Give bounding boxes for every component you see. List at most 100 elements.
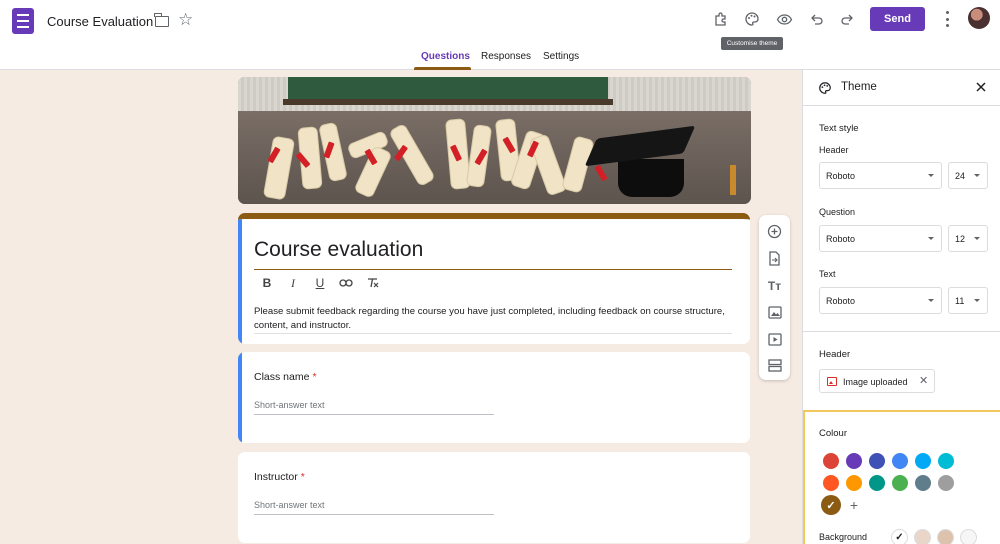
background-swatch[interactable]: [937, 529, 954, 544]
text-font-select[interactable]: Roboto: [819, 287, 942, 314]
colour-swatch[interactable]: [892, 475, 908, 491]
tab-settings[interactable]: Settings: [543, 51, 579, 62]
floating-toolbar: Tт: [759, 215, 790, 380]
background-swatch[interactable]: [914, 529, 931, 544]
selected-card-accent: [238, 219, 242, 344]
active-tab-indicator: [414, 67, 471, 70]
header-image-chip[interactable]: Image uploaded ✕: [819, 369, 935, 393]
palette-icon[interactable]: [742, 9, 762, 29]
import-questions-icon[interactable]: [767, 251, 782, 266]
add-section-icon[interactable]: [767, 358, 782, 373]
star-icon[interactable]: ☆: [178, 11, 193, 28]
tab-questions[interactable]: Questions: [421, 51, 470, 62]
header-font-select[interactable]: Roboto: [819, 162, 942, 189]
text-style-heading: Text style: [819, 123, 859, 134]
colour-swatch[interactable]: [823, 453, 839, 469]
addons-icon[interactable]: [711, 9, 731, 29]
background-swatch[interactable]: ✓: [891, 529, 908, 544]
panel-divider: [803, 331, 1000, 332]
theme-panel-title: Theme: [841, 81, 877, 93]
document-title[interactable]: Course Evaluation: [47, 14, 153, 29]
underline-icon[interactable]: U: [312, 275, 328, 291]
customise-theme-tooltip: Customise theme: [721, 37, 783, 50]
required-asterisk: *: [300, 471, 305, 483]
form-title[interactable]: Course evaluation: [254, 238, 423, 262]
header-image-label: Image uploaded: [843, 377, 908, 387]
colour-swatch[interactable]: [938, 453, 954, 469]
background-swatch[interactable]: [960, 529, 977, 544]
folder-icon[interactable]: [154, 13, 169, 27]
colour-swatch[interactable]: [869, 475, 885, 491]
chevron-down-icon: [928, 174, 934, 177]
header-font-label: Header: [819, 145, 849, 155]
add-colour-icon[interactable]: +: [846, 497, 862, 513]
description-underline: [254, 333, 732, 334]
question-size-select[interactable]: 12: [948, 225, 988, 252]
background-label: Background: [819, 532, 868, 542]
question-font-select[interactable]: Roboto: [819, 225, 942, 252]
chevron-down-icon: [974, 299, 980, 302]
send-button[interactable]: Send: [870, 7, 925, 31]
question-card[interactable]: Class name * Short-answer text: [238, 352, 750, 443]
italic-icon[interactable]: I: [285, 275, 301, 291]
graduation-cap-base: [618, 159, 684, 197]
question-card[interactable]: Instructor * Short-answer text: [238, 452, 750, 543]
colour-swatch[interactable]: [938, 475, 954, 491]
check-icon: ✓: [826, 499, 836, 512]
preview-eye-icon[interactable]: [774, 9, 794, 29]
short-answer-placeholder: Short-answer text: [254, 400, 325, 410]
more-vert-icon[interactable]: [940, 11, 954, 27]
bold-icon[interactable]: B: [259, 275, 275, 291]
add-question-icon[interactable]: [767, 224, 782, 239]
add-title-icon[interactable]: Tт: [767, 278, 782, 293]
chevron-down-icon: [974, 237, 980, 240]
colour-section: Colour ✓ + Background ✓: [803, 410, 1000, 544]
chevron-down-icon: [928, 237, 934, 240]
add-image-icon[interactable]: [767, 305, 782, 320]
link-icon[interactable]: [338, 275, 354, 291]
colour-swatch[interactable]: [892, 453, 908, 469]
undo-icon[interactable]: [806, 9, 826, 29]
palette-icon: [818, 81, 832, 95]
avatar[interactable]: [968, 7, 990, 29]
question-font-label: Question: [819, 207, 856, 217]
tab-responses[interactable]: Responses: [481, 51, 531, 62]
header-heading: Header: [819, 349, 851, 360]
title-underline: [254, 269, 732, 270]
colour-swatch[interactable]: [846, 453, 862, 469]
colour-swatch[interactable]: [915, 453, 931, 469]
chevron-down-icon: [928, 299, 934, 302]
colour-swatch[interactable]: [869, 453, 885, 469]
header-banner-image[interactable]: [238, 77, 751, 204]
banner-ledge: [283, 99, 613, 105]
forms-logo-icon[interactable]: [12, 8, 34, 34]
image-icon: [827, 377, 837, 386]
colour-swatch[interactable]: ✓: [821, 495, 841, 515]
close-icon[interactable]: [974, 80, 988, 94]
question-title[interactable]: Instructor *: [254, 471, 305, 483]
header-size-select[interactable]: 24: [948, 162, 988, 189]
banner-chalkboard: [288, 77, 608, 99]
colour-swatch[interactable]: [846, 475, 862, 491]
text-font-label: Text: [819, 269, 836, 279]
colour-swatch[interactable]: [823, 475, 839, 491]
graduation-cap-tassel: [730, 165, 736, 195]
colour-swatch[interactable]: [915, 475, 931, 491]
question-card-accent: [238, 352, 242, 443]
colour-heading: Colour: [819, 428, 847, 439]
form-title-card[interactable]: Course evaluation B I U Please submit fe…: [238, 213, 750, 344]
required-asterisk: *: [312, 371, 317, 383]
answer-underline: [254, 414, 494, 415]
top-bar: Course Evaluation ☆ Send Questions Respo…: [0, 0, 1000, 70]
chevron-down-icon: [974, 174, 980, 177]
clear-format-icon[interactable]: [365, 275, 381, 291]
question-title[interactable]: Class name *: [254, 371, 317, 383]
theme-panel: Theme Text style Header Roboto 24 Questi…: [802, 70, 1000, 544]
remove-image-icon[interactable]: ✕: [919, 376, 928, 387]
redo-icon[interactable]: [837, 9, 857, 29]
theme-panel-header: Theme: [803, 70, 1000, 106]
text-size-select[interactable]: 11: [948, 287, 988, 314]
check-icon: ✓: [895, 532, 904, 543]
form-description[interactable]: Please submit feedback regarding the cou…: [254, 305, 740, 333]
add-video-icon[interactable]: [767, 332, 782, 347]
